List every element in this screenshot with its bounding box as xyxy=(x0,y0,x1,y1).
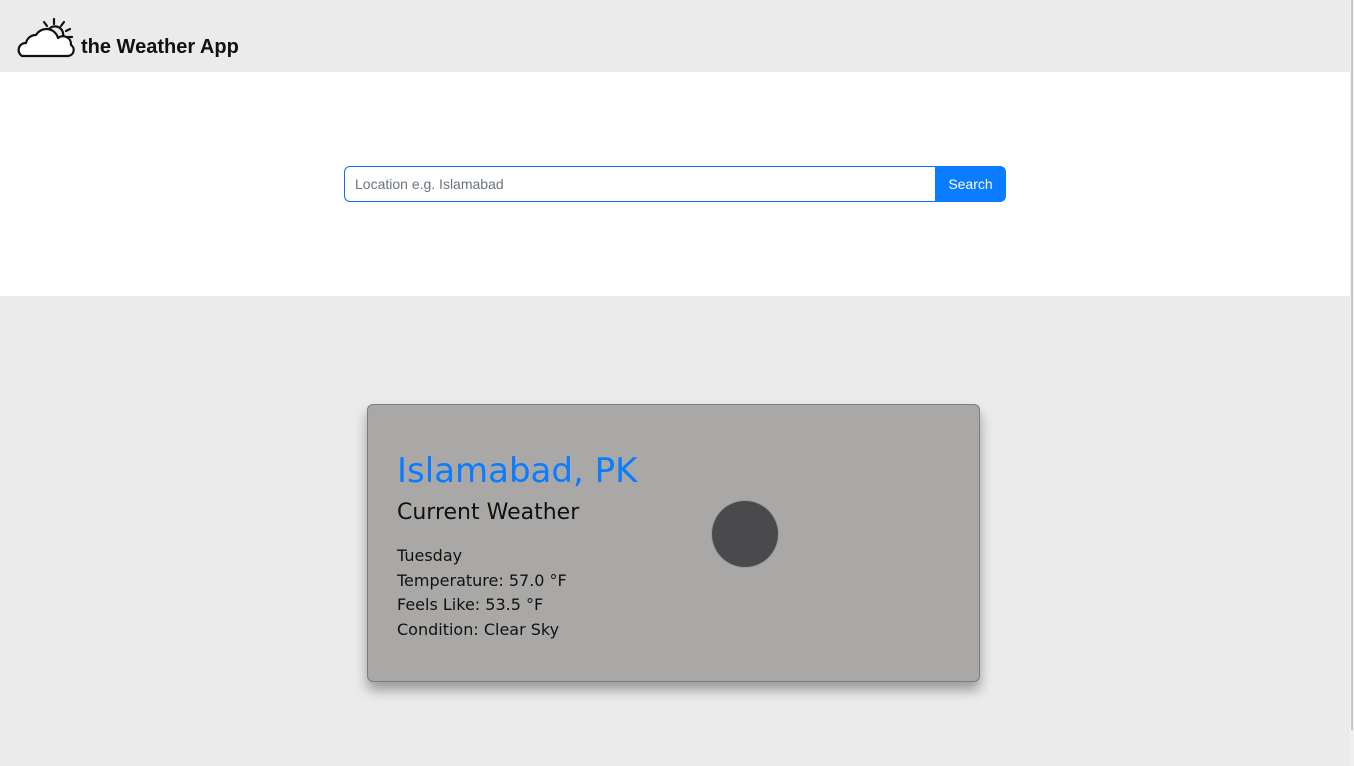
app-title: the Weather App xyxy=(81,36,239,58)
search-button[interactable]: Search xyxy=(935,166,1006,202)
weather-day: Tuesday xyxy=(397,546,463,565)
cloud-sun-icon xyxy=(17,17,75,58)
weather-feels-like: Feels Like: 53.5 °F xyxy=(397,595,544,614)
weather-details: Tuesday Temperature: 57.0 °F Feels Like:… xyxy=(397,544,567,642)
location-search-input[interactable] xyxy=(344,166,935,202)
weather-card: Islamabad, PK Current Weather Tuesday Te… xyxy=(367,404,980,682)
weather-condition: Condition: Clear Sky xyxy=(397,619,560,639)
search-section: Search xyxy=(0,72,1350,296)
brand[interactable]: the Weather App xyxy=(14,14,239,60)
city-name: Islamabad, PK xyxy=(397,451,638,491)
current-weather-heading: Current Weather xyxy=(397,500,580,525)
weather-temperature: Temperature: 57.0 °F xyxy=(397,570,567,590)
search-form: Search xyxy=(344,166,1006,202)
navbar: the Weather App xyxy=(0,0,1350,72)
page-scrollbar[interactable] xyxy=(1350,0,1354,766)
weather-condition-icon xyxy=(712,501,778,567)
scrollbar-thumb[interactable] xyxy=(1351,0,1353,730)
main-content: Islamabad, PK Current Weather Tuesday Te… xyxy=(0,296,1350,766)
